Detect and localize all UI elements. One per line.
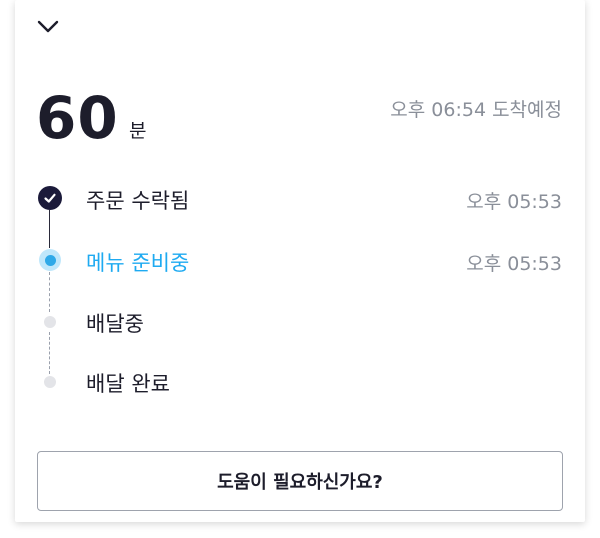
eta-minutes: 60: [36, 84, 119, 152]
order-status-card: 60 분 오후 06:54 도착예정 주문 수락됨 오후 05:53 메뉴 준비…: [15, 0, 585, 522]
step-dot-pending: [38, 370, 62, 394]
eta-arrival-time: 오후 06:54 도착예정: [390, 99, 562, 121]
step-time: 오후 05:53: [466, 191, 562, 213]
status-step-delivering: 배달중: [0, 302, 600, 342]
step-dot-pending: [38, 310, 62, 334]
step-label: 메뉴 준비중: [86, 251, 190, 275]
chevron-down-icon[interactable]: [36, 14, 60, 38]
step-time: 오후 05:53: [466, 253, 562, 275]
step-label: 배달중: [86, 312, 144, 336]
step-dot-done: [38, 186, 62, 210]
eta-unit: 분: [129, 120, 147, 142]
step-label: 주문 수락됨: [86, 189, 190, 213]
step-label: 배달 완료: [86, 372, 170, 396]
check-icon: [44, 193, 56, 203]
help-button[interactable]: 도움이 필요하신가요?: [37, 451, 563, 511]
status-step-delivered: 배달 완료: [0, 362, 600, 402]
step-dot-active: [38, 248, 62, 272]
status-step-preparing: 메뉴 준비중 오후 05:53: [0, 240, 600, 280]
status-step-accepted: 주문 수락됨 오후 05:53: [0, 178, 600, 218]
